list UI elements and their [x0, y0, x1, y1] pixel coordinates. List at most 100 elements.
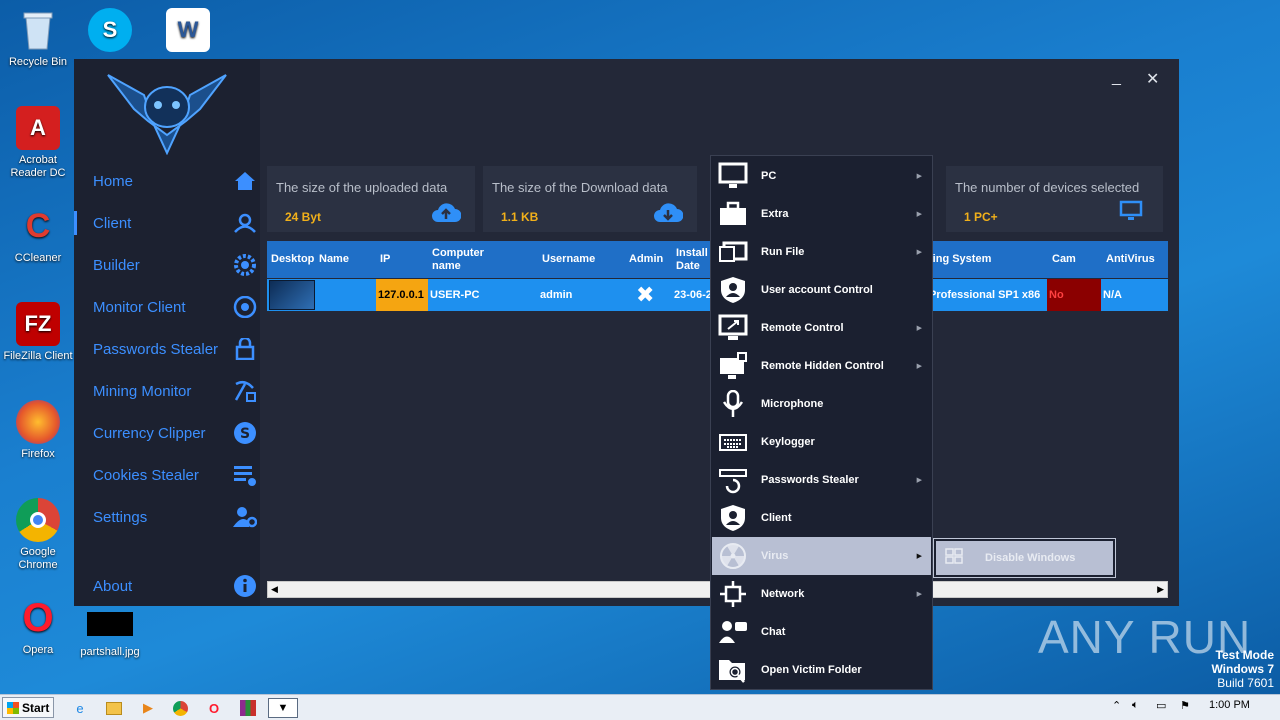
- scroll-left-arrow[interactable]: ◀: [271, 584, 278, 595]
- cell-antivirus: N/A: [1103, 289, 1122, 301]
- radiation-icon: [717, 541, 749, 571]
- chat-icon: [717, 617, 749, 647]
- acrobat-icon: A: [16, 106, 60, 150]
- menu-disable-windows[interactable]: Disable Windows: [936, 541, 1113, 575]
- desktop-thumbnail: [269, 279, 315, 311]
- col-operating-system[interactable]: ting System: [929, 241, 991, 278]
- cell-install-date: 23-06-2: [674, 289, 712, 301]
- menu-passwords-stealer[interactable]: Passwords Stealer ▶: [712, 461, 931, 499]
- user-icon: [233, 211, 257, 235]
- nav-settings[interactable]: Settings: [74, 501, 260, 533]
- desktop-icon-partshall[interactable]: partshall.jpg: [72, 612, 148, 659]
- menu-user-account-control[interactable]: User account Control: [712, 271, 931, 309]
- shield-user-icon: [717, 275, 749, 305]
- pickaxe-icon: [233, 379, 257, 403]
- menu-keylogger[interactable]: Keylogger: [712, 423, 931, 461]
- col-name[interactable]: Name: [319, 241, 349, 278]
- media-player-icon[interactable]: ▶: [136, 698, 160, 718]
- start-button[interactable]: Start: [2, 697, 54, 718]
- col-admin[interactable]: Admin: [629, 241, 663, 278]
- menu-extra[interactable]: Extra ▶: [712, 195, 931, 233]
- microphone-icon: [717, 389, 749, 419]
- nav-builder[interactable]: Builder: [74, 249, 260, 281]
- volume-icon[interactable]: 🔈︎: [1132, 699, 1139, 712]
- menu-pc[interactable]: PC ▶: [712, 157, 931, 195]
- home-icon: [233, 169, 257, 193]
- col-ip[interactable]: IP: [380, 241, 390, 278]
- opera-taskbar-icon[interactable]: O: [202, 698, 226, 718]
- col-desktop[interactable]: Desktop: [271, 241, 315, 278]
- context-menu: PC ▶ Extra ▶ Run File ▶ User account Contro…: [710, 155, 933, 690]
- recycle-bin-icon: [16, 8, 60, 52]
- windows-logo-icon: [7, 701, 19, 714]
- list-icon: [233, 463, 257, 487]
- keyboard-icon: [717, 427, 749, 457]
- sidebar: Home Client Builder Monitor Client Passw…: [74, 59, 260, 606]
- nav-mining-monitor[interactable]: Mining Monitor: [74, 375, 260, 407]
- nav-monitor-client[interactable]: Monitor Client: [74, 291, 260, 323]
- col-install-date[interactable]: Install Date: [676, 241, 710, 278]
- col-username[interactable]: Username: [542, 241, 595, 278]
- desktop-icon-firefox[interactable]: Firefox: [0, 400, 76, 461]
- submenu-arrow-icon: ▶: [916, 325, 922, 332]
- submenu-arrow-icon: ▶: [916, 553, 922, 560]
- nav-cookies-stealer[interactable]: Cookies Stealer: [74, 459, 260, 491]
- cell-username: admin: [540, 289, 573, 301]
- nav-passwords-stealer[interactable]: Passwords Stealer: [74, 333, 260, 365]
- monitor-icon: [717, 161, 749, 191]
- nav-home[interactable]: Home: [74, 165, 260, 197]
- ie-icon[interactable]: e: [68, 698, 92, 718]
- os-watermark: Test Mode Windows 7 Build 7601: [1211, 648, 1274, 690]
- chrome-icon: [16, 498, 60, 542]
- menu-remote-control[interactable]: Remote Control ▶: [712, 309, 931, 347]
- submenu-arrow-icon: ▶: [916, 363, 922, 370]
- desktop-icon-opera[interactable]: O Opera: [0, 596, 76, 657]
- cell-computer-name: USER-PC: [430, 289, 480, 301]
- password-icon: [717, 465, 749, 495]
- col-computer-name[interactable]: Computer name: [432, 241, 502, 278]
- desktop-icon-skype[interactable]: S: [72, 8, 148, 56]
- submenu-arrow-icon: ▶: [916, 173, 922, 180]
- monitor-icon: [1119, 200, 1149, 226]
- menu-chat[interactable]: Chat: [712, 613, 931, 651]
- desktop-icon-filezilla[interactable]: FZ FileZilla Client: [0, 302, 76, 363]
- menu-virus[interactable]: Virus ▶: [712, 537, 931, 575]
- desktop-icon-chrome[interactable]: Google Chrome: [0, 498, 76, 572]
- menu-network[interactable]: Network ▶: [712, 575, 931, 613]
- nav-client[interactable]: Client: [74, 207, 260, 239]
- menu-open-victim-folder[interactable]: Open Victim Folder: [712, 651, 931, 689]
- skype-icon: S: [88, 8, 132, 52]
- col-antivirus[interactable]: AntiVirus: [1106, 241, 1155, 278]
- user-settings-icon: [233, 505, 257, 529]
- menu-microphone[interactable]: Microphone: [712, 385, 931, 423]
- clock[interactable]: 1:00 PM: [1209, 699, 1250, 711]
- remote-desktop-icon: [717, 313, 749, 343]
- minimize-button[interactable]: _: [1112, 69, 1121, 87]
- submenu-arrow-icon: ▶: [916, 249, 922, 256]
- svg-text:S: S: [240, 426, 250, 442]
- close-button[interactable]: ✕: [1146, 69, 1159, 89]
- chrome-taskbar-icon[interactable]: [168, 698, 192, 718]
- col-cam[interactable]: Cam: [1052, 241, 1076, 278]
- desktop-icon-acrobat[interactable]: A Acrobat Reader DC: [0, 106, 76, 180]
- winrar-icon[interactable]: [236, 698, 260, 718]
- menu-run-file[interactable]: Run File ▶: [712, 233, 931, 271]
- flag-icon[interactable]: ⚑: [1180, 699, 1190, 712]
- nav-currency-clipper[interactable]: Currency Clipper S: [74, 417, 260, 449]
- menu-remote-hidden-control[interactable]: Remote Hidden Control ▶: [712, 347, 931, 385]
- cloud-upload-icon: [431, 200, 462, 226]
- network-tray-icon[interactable]: ▭: [1156, 699, 1166, 712]
- scroll-right-arrow[interactable]: ▶: [1157, 584, 1164, 595]
- shield-user-icon: [717, 503, 749, 533]
- app-window: Home Client Builder Monitor Client Passw…: [74, 59, 1179, 606]
- desktop-icon-ccleaner[interactable]: C CCleaner: [0, 204, 76, 265]
- desktop-icon-word[interactable]: W: [150, 8, 226, 56]
- nav-about[interactable]: About: [74, 570, 260, 602]
- app-taskbar-icon[interactable]: ▼: [268, 698, 298, 718]
- briefcase-icon: [717, 199, 749, 229]
- desktop-icon-recycle-bin[interactable]: Recycle Bin: [0, 8, 76, 69]
- menu-client[interactable]: Client: [712, 499, 931, 537]
- opera-icon: O: [22, 595, 54, 640]
- explorer-icon[interactable]: [102, 698, 126, 718]
- tray-chevron-icon[interactable]: ⌃: [1112, 699, 1121, 712]
